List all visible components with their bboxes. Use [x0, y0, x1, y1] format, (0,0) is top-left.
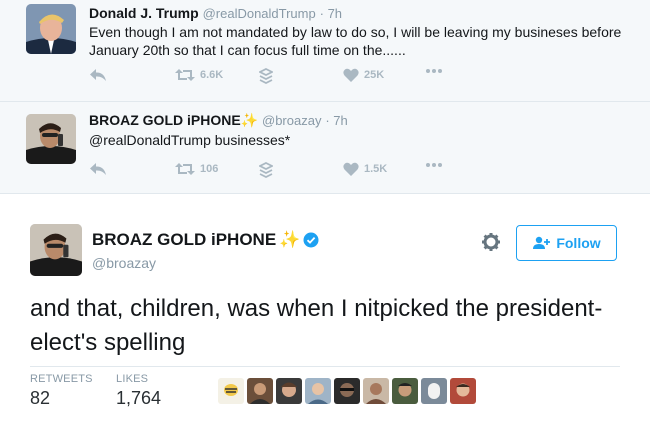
reply-button[interactable] [89, 162, 107, 176]
author-handle[interactable]: @broazay [262, 113, 321, 128]
like-count: 1.5K [364, 163, 388, 175]
liker-avatars [218, 378, 476, 404]
retweet-icon [175, 69, 195, 81]
heart-icon [343, 68, 359, 82]
verified-badge-icon [303, 232, 319, 248]
avatar[interactable] [26, 4, 76, 54]
retweet-icon [175, 163, 195, 175]
reply-icon [90, 163, 106, 175]
conversation-tweet[interactable]: Donald J. Trump @realDonaldTrump · 7h Ev… [0, 0, 650, 102]
add-user-icon [533, 236, 551, 249]
liker-avatar[interactable] [334, 378, 360, 404]
stack-button[interactable] [259, 68, 273, 84]
timestamp[interactable]: · 7h [325, 113, 347, 128]
reply-icon [90, 69, 106, 81]
main-author-name[interactable]: BROAZ GOLD iPHONE ✨ [92, 230, 319, 250]
likes-count[interactable]: 1,764 [116, 388, 161, 409]
stack-icon [259, 68, 273, 84]
tweet-actions: 6.6K 25K [89, 68, 489, 88]
author-name[interactable]: BROAZ GOLD iPHONE [89, 112, 241, 128]
sparkles-emoji: ✨ [240, 112, 259, 128]
like-button[interactable]: 1.5K [343, 162, 387, 176]
gear-icon[interactable] [481, 232, 501, 252]
liker-avatar[interactable] [305, 378, 331, 404]
reply-button[interactable] [89, 68, 107, 82]
liker-avatar[interactable] [363, 378, 389, 404]
timestamp[interactable]: · 7h [320, 6, 342, 21]
stack-icon [259, 162, 273, 178]
retweet-count: 6.6K [200, 69, 224, 81]
liker-avatar[interactable] [450, 378, 476, 404]
retweets-label: RETWEETS [30, 373, 93, 385]
avatar[interactable] [30, 224, 82, 276]
liker-avatar[interactable] [247, 378, 273, 404]
main-author-handle[interactable]: @broazay [92, 255, 156, 271]
retweets-count[interactable]: 82 [30, 388, 50, 409]
main-tweet-text: and that, children, was when I nitpicked… [30, 295, 603, 356]
author-handle[interactable]: @realDonaldTrump [203, 6, 316, 21]
more-button[interactable] [425, 68, 443, 74]
heart-icon [343, 162, 359, 176]
more-icon [426, 163, 442, 167]
follow-label: Follow [556, 235, 601, 251]
like-button[interactable]: 25K [343, 68, 384, 82]
divider [30, 366, 620, 367]
likes-label: LIKES [116, 373, 149, 385]
sparkles-emoji: ✨ [279, 230, 301, 249]
tweet-text: @realDonaldTrump businesses* [89, 132, 291, 148]
like-count: 25K [364, 69, 385, 81]
liker-avatar[interactable] [392, 378, 418, 404]
author-name[interactable]: Donald J. Trump [89, 5, 199, 21]
liker-avatar[interactable] [218, 378, 244, 404]
tweet-text: Even though I am not mandated by law to … [89, 24, 622, 58]
retweet-button[interactable]: 106 [175, 162, 218, 176]
tweet-actions: 106 1.5K [89, 162, 489, 182]
avatar[interactable] [26, 114, 76, 164]
stack-button[interactable] [259, 162, 273, 178]
liker-avatar[interactable] [276, 378, 302, 404]
more-button[interactable] [425, 162, 443, 168]
follow-button[interactable]: Follow [516, 225, 617, 261]
retweet-button[interactable]: 6.6K [175, 68, 223, 82]
liker-avatar[interactable] [421, 378, 447, 404]
retweet-count: 106 [200, 163, 219, 175]
more-icon [426, 69, 442, 73]
